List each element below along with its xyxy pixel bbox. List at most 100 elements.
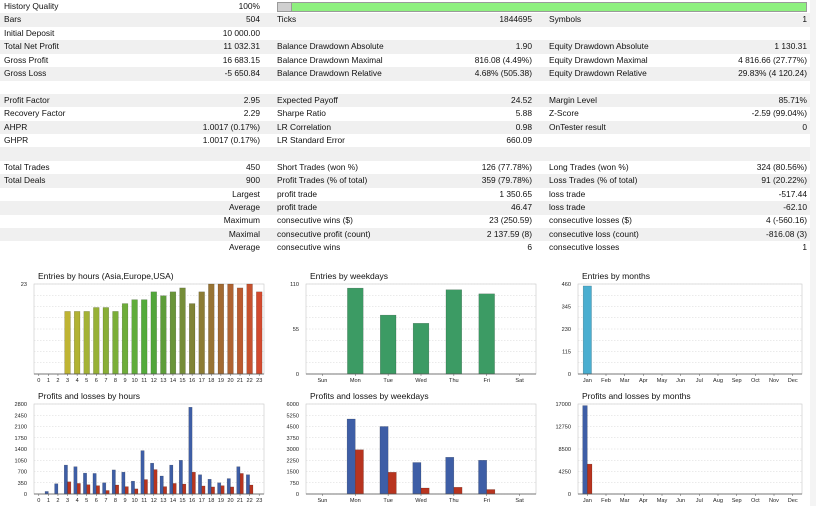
x-tick-label: 2 [56,498,59,504]
bar-entries [380,314,397,375]
report-cell-label: Gross Loss [4,68,47,78]
bar-profit [111,469,116,495]
bar-profit [121,471,126,495]
report-row: Total Deals 900 Profit Trades (% of total)… [0,174,816,188]
y-tick-label: 1400 [15,447,27,453]
x-tick-label: 21 [237,498,243,504]
bar-entries [208,283,215,375]
report-cell-value: 0 [802,121,807,132]
report-cell-value: 23 (250.59) [489,215,532,226]
x-tick-label: 18 [208,378,214,384]
report-cell-value: -5 650.84 [224,68,260,78]
x-tick-label: 11 [141,378,147,384]
report-cell-value: -2.59 (99.04%) [751,108,807,119]
bar-loss [587,463,593,495]
bar-loss [144,479,148,495]
report-cell-value: 4 (-560.16) [766,215,807,226]
bar-entries [445,289,462,375]
y-tick-label: 17000 [555,402,571,408]
report-row: Total Net Profit 11 032.31 Balance Drawdow… [0,40,816,54]
x-tick-label: Sun [317,378,327,384]
report-cell-value: Average [228,202,260,212]
report-cell-value: 10 000.00 [222,27,260,38]
y-tick-label: 2250 [287,458,299,464]
x-tick-label: Wed [415,498,426,504]
x-tick-label: Jun [676,378,685,384]
y-tick-label: 750 [290,481,299,487]
bar-profit [412,462,422,495]
bar-loss [153,469,158,495]
chart-title: Profits and losses by hours [38,391,140,401]
bar-profit [379,426,389,495]
bar-profit [445,457,455,495]
x-tick-label: 15 [179,378,185,384]
x-tick-label: 2 [56,378,59,384]
bar-entries [217,283,224,375]
x-tick-label: 21 [237,378,243,384]
y-tick-label: 55 [293,327,299,333]
y-tick-label: 3750 [287,436,299,442]
report-cell-value: 46.47 [511,202,532,212]
y-tick-label: 230 [562,327,571,333]
report-cell-value: -517.44 [778,188,807,199]
x-tick-label: 13 [160,378,166,384]
bar-profit [54,483,59,495]
report-cell-value: 11 032.31 [223,41,260,52]
report-cell-label: Profit Factor [4,94,50,105]
x-tick-label: May [657,378,668,384]
x-tick-label: Oct [751,378,760,384]
x-tick-label: 16 [189,378,195,384]
history-quality-bar-start [278,3,292,11]
report-cell-value: 450 [246,161,260,172]
x-tick-label: 22 [247,378,253,384]
report-cell-value: Maximum [223,215,260,226]
report-cell-value: -62.10 [783,202,807,212]
x-tick-label: 5 [85,498,88,504]
report-cell-value: 1 [802,14,807,25]
bar-profit [159,475,164,495]
x-tick-label: Oct [751,498,760,504]
bar-profit [236,466,241,495]
report-row: GHPR 1.0017 (0.17%) LR Standard Error 660.0… [0,134,816,148]
y-tick-label: 115 [562,350,571,356]
x-tick-label: Tue [383,498,392,504]
bar-loss [201,485,206,495]
chart-title: Entries by weekdays [310,271,388,281]
entries-by-weekdays-chart: Entries by weekdays 0 55 110 Sun Mon Tue Wed Thu… [290,271,537,384]
bar-loss [182,483,187,495]
report-cell-value: 2 137.59 (8) [486,228,532,239]
x-tick-label: 14 [170,498,176,504]
bar-profit [226,478,231,495]
vertical-scrollbar[interactable] [810,0,816,506]
history-quality-label: History Quality [4,1,59,11]
y-tick-label: 2450 [15,413,27,419]
report-cell-label: Gross Profit [4,54,49,65]
report-cell-label: Total Deals [4,175,46,186]
report-cell-value: 324 (80.56%) [756,161,807,172]
y-tick-label: 2100 [15,425,27,431]
x-tick-label: 9 [123,498,126,504]
report-cell-value: 29.83% (4 120.24) [738,68,807,78]
bar-loss [134,488,139,495]
report-cell-value: 660.09 [506,135,532,145]
report-cell-value: 5.88 [515,108,532,119]
bar-profit [188,407,193,495]
x-tick-label: 0 [37,378,40,384]
x-tick-label: 16 [189,498,195,504]
x-tick-label: Jun [676,498,685,504]
bar-loss [387,472,397,495]
x-tick-label: 19 [218,498,224,504]
bar-entries [582,285,592,375]
chart-title: Entries by months [582,271,650,281]
bar-loss [67,481,72,495]
bar-loss [420,487,430,495]
report-row: Gross Profit 16 683.15 Balance Drawdown Ma… [0,54,816,68]
x-tick-label: Thu [449,378,459,384]
bar-entries [121,303,129,375]
bar-entries [141,299,148,375]
x-tick-label: Apr [639,498,648,504]
x-tick-label: Fri [483,498,490,504]
x-tick-label: Feb [601,498,611,504]
x-tick-label: Mar [620,378,630,384]
x-tick-label: Sat [515,378,524,384]
